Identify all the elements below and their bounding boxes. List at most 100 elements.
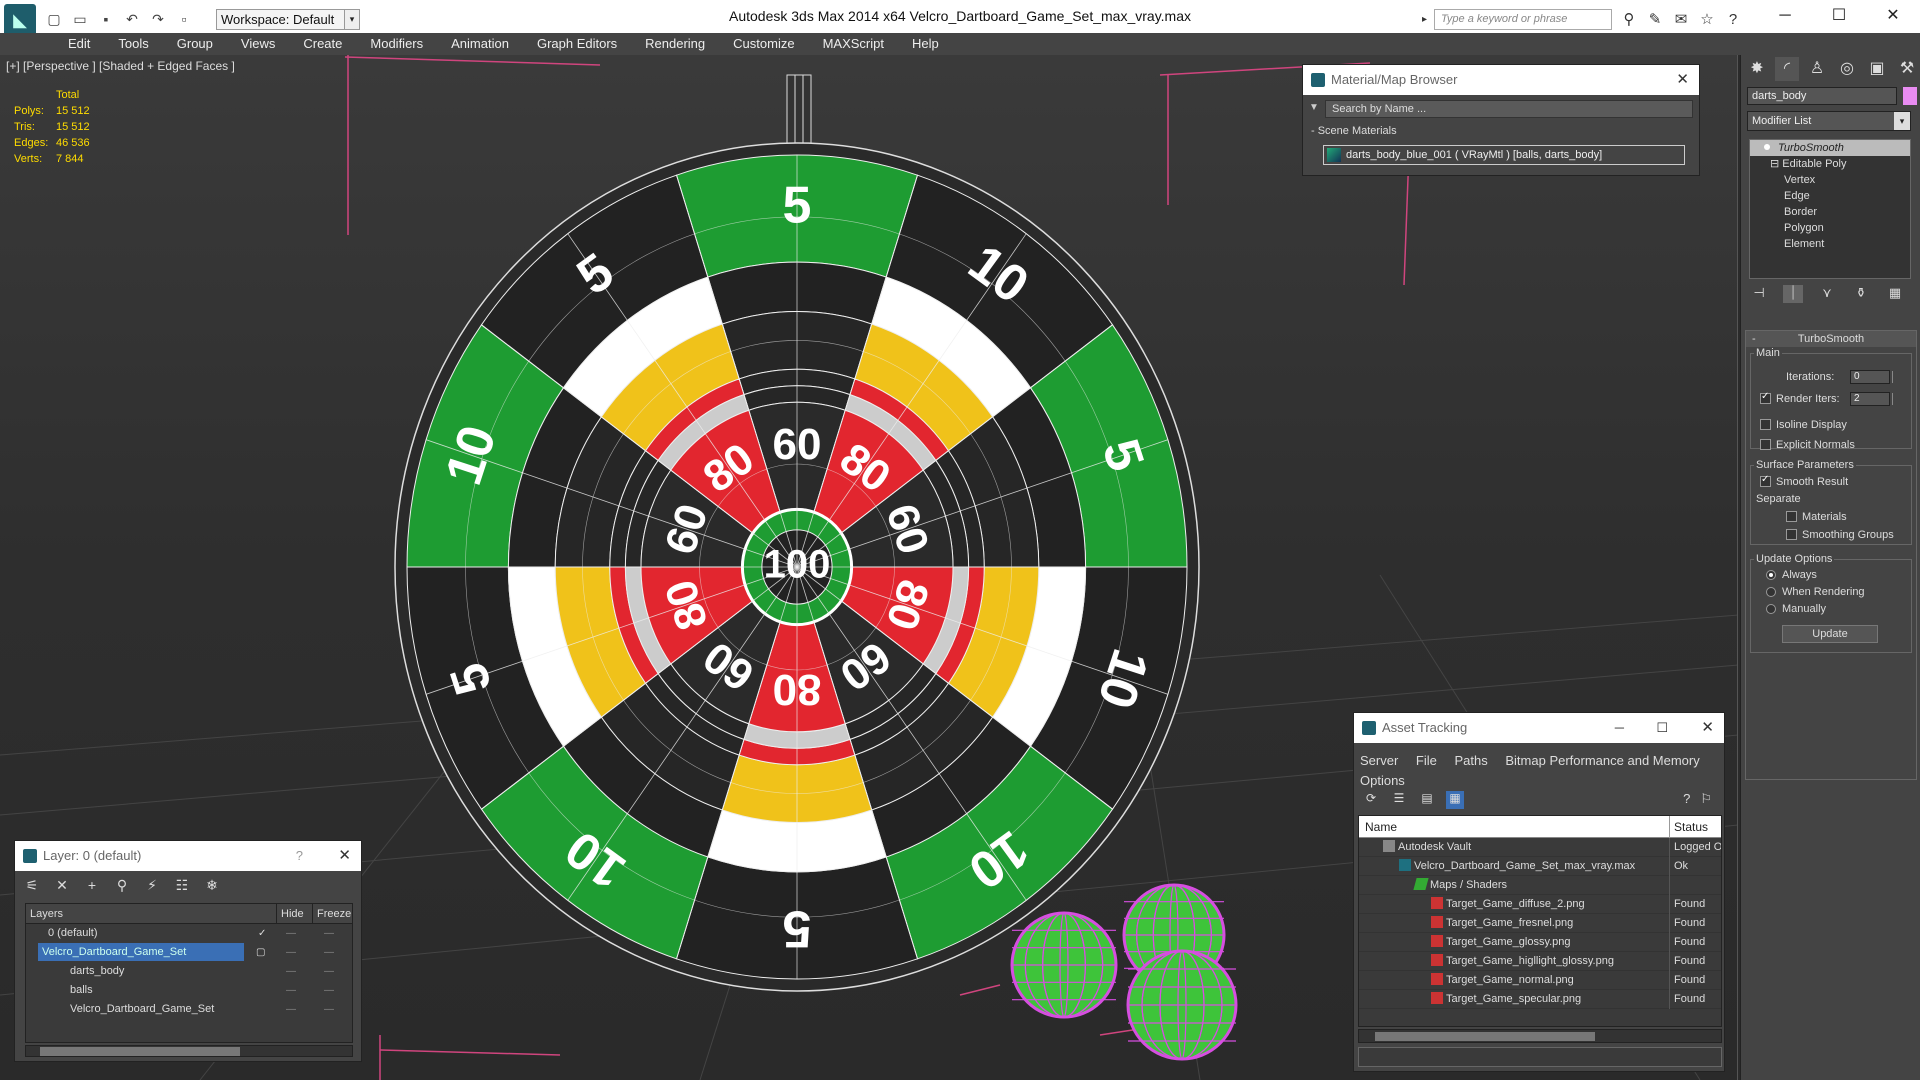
stack-item-element[interactable]: Element [1750,236,1910,252]
create-tab-icon[interactable]: ✸ [1745,57,1769,81]
pin-icon[interactable]: ⚐ [1700,791,1712,807]
maximize-icon[interactable]: ☐ [1812,0,1866,32]
menu-tools[interactable]: Tools [104,33,162,55]
menu-bitmap-performance[interactable]: Bitmap Performance and Memory [1505,753,1699,768]
favorites-star-icon[interactable]: ☆ [1696,9,1718,31]
update-button[interactable]: Update [1782,625,1878,643]
menu-rendering[interactable]: Rendering [631,33,719,55]
menu-edit[interactable]: Edit [54,33,104,55]
menu-maxscript[interactable]: MAXScript [809,33,898,55]
stack-item-editable-poly[interactable]: ⊟ Editable Poly [1750,156,1910,172]
layer-box-icon[interactable]: ▢ [256,943,265,962]
layer-horizontal-scrollbar[interactable] [25,1045,353,1057]
minimize-icon[interactable]: ─ [1758,0,1812,32]
layer-row[interactable]: darts_body — — [26,962,352,981]
communication-icon[interactable]: ✉ [1670,9,1692,31]
close-icon[interactable]: ✕ [1701,713,1714,743]
stack-item-border[interactable]: Border [1750,204,1910,220]
asset-row[interactable]: Target_Game_glossy.png Found [1359,933,1721,952]
list-view-icon[interactable]: ☰ [1390,791,1408,809]
create-layer-icon[interactable]: ⚟ [21,877,43,897]
close-icon[interactable]: ✕ [1866,0,1920,32]
freeze-toggle[interactable]: — [324,962,334,981]
menu-help[interactable]: Help [898,33,953,55]
make-unique-icon[interactable]: ⋎ [1817,285,1837,303]
freeze-toggle[interactable]: — [324,924,334,943]
refresh-icon[interactable]: ⟳ [1362,791,1380,809]
menu-paths[interactable]: Paths [1455,753,1488,768]
asset-horizontal-scrollbar[interactable] [1358,1029,1722,1043]
asset-path-field[interactable] [1358,1047,1722,1067]
app-logo-icon[interactable]: ◣ [4,4,36,36]
rollout-header[interactable]: - TurboSmooth [1746,331,1916,347]
explicit-normals-checkbox[interactable] [1760,439,1771,450]
pin-stack-icon[interactable]: ⊣ [1749,285,1769,303]
material-item[interactable]: darts_body_blue_001 ( VRayMtl ) [balls, … [1323,145,1685,165]
asset-row[interactable]: Velcro_Dartboard_Game_Set_max_vray.max Ok [1359,857,1721,876]
freeze-toggle[interactable]: — [324,981,334,1000]
asset-row[interactable]: Target_Game_normal.png Found [1359,971,1721,990]
motion-tab-icon[interactable]: ◎ [1835,57,1859,81]
layer-row[interactable]: 0 (default) ✓ — — [26,924,352,943]
menu-server[interactable]: Server [1360,753,1398,768]
display-tab-icon[interactable]: ▣ [1865,57,1889,81]
freeze-toggle[interactable]: — [324,943,334,962]
layer-row[interactable]: balls — — [26,981,352,1000]
isoline-display-checkbox[interactable] [1760,419,1771,430]
close-icon[interactable]: ✕ [338,841,351,871]
layer-row[interactable]: Velcro_Dartboard_Game_Set — — [26,1000,352,1019]
layer-panel-titlebar[interactable]: Layer: 0 (default)? ✕ [15,841,361,871]
freeze-all-icon[interactable]: ❄ [201,877,223,897]
maximize-icon[interactable]: ☐ [1656,713,1668,743]
project-folder-icon[interactable]: ▫ [174,9,194,29]
tree-view-icon[interactable]: ▤ [1418,791,1436,809]
stack-item-polygon[interactable]: Polygon [1750,220,1910,236]
freeze-toggle[interactable]: — [324,1000,334,1019]
menu-customize[interactable]: Customize [719,33,808,55]
binoculars-icon[interactable]: ⚲ [1618,9,1640,31]
menu-create[interactable]: Create [289,33,356,55]
menu-options[interactable]: Options [1360,773,1405,788]
col-hide[interactable]: Hide [276,904,304,924]
asset-row[interactable]: Maps / Shaders [1359,876,1721,895]
hide-toggle[interactable]: — [286,981,296,1000]
iterations-spinner[interactable]: 0 [1850,370,1893,384]
workspace-dropdown[interactable]: Workspace: Default ▾ [216,9,360,30]
help-icon[interactable]: ? [1722,9,1744,31]
new-file-icon[interactable]: ▢ [44,9,64,29]
stack-item-vertex[interactable]: Vertex [1750,172,1910,188]
table-view-icon[interactable]: ▦ [1446,791,1464,809]
add-to-layer-icon[interactable]: + [81,877,103,897]
hide-toggle[interactable]: — [286,962,296,981]
save-file-icon[interactable]: ▪ [96,9,116,29]
select-objects-icon[interactable]: ⚲ [111,877,133,897]
hide-toggle[interactable]: — [286,943,296,962]
smooth-result-checkbox[interactable] [1760,474,1771,487]
menu-graph-editors[interactable]: Graph Editors [523,33,631,55]
open-file-icon[interactable]: ▭ [70,9,90,29]
scene-materials-header[interactable]: - Scene Materials [1311,125,1687,137]
search-arrow-icon[interactable]: ▸ [1422,9,1434,30]
separate-materials-checkbox[interactable] [1786,511,1797,522]
show-end-result-icon[interactable]: ⏐ [1783,285,1803,303]
render-iters-spinner[interactable]: 2 [1850,392,1893,406]
col-freeze[interactable]: Freeze [312,904,351,924]
delete-layer-icon[interactable]: ✕ [51,877,73,897]
hide-toggle[interactable]: — [286,1000,296,1019]
scrollbar-thumb[interactable] [1375,1032,1595,1041]
asset-row[interactable]: Target_Game_fresnel.png Found [1359,914,1721,933]
help-icon[interactable]: ? [1683,791,1690,807]
col-layers[interactable]: Layers [30,904,63,924]
material-search-input[interactable]: Search by Name ... [1325,100,1693,118]
col-status[interactable]: Status [1669,816,1708,838]
stack-item-turbosmooth[interactable]: TurboSmooth [1750,140,1910,156]
configure-sets-icon[interactable]: ▦ [1885,285,1905,303]
workspace-extra-dropdown[interactable]: ▾ [344,9,360,30]
col-name[interactable]: Name [1365,816,1397,838]
undo-icon[interactable]: ↶ [122,9,142,29]
redo-icon[interactable]: ↷ [148,9,168,29]
update-always-radio[interactable] [1766,570,1776,580]
utilities-tab-icon[interactable]: ⚒ [1895,57,1919,81]
help-icon[interactable]: ? [296,841,303,871]
hide-all-icon[interactable]: ☷ [171,877,193,897]
